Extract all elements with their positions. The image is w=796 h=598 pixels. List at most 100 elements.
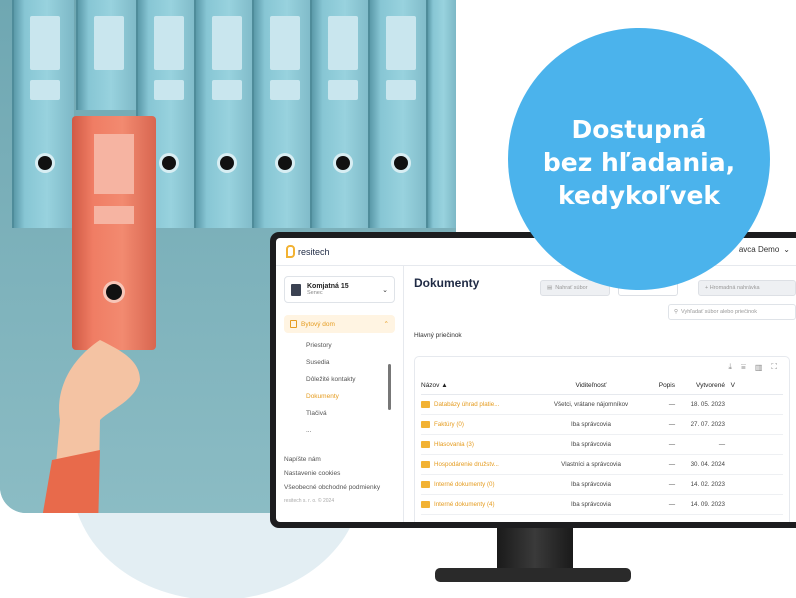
filter-icon[interactable]: ⩸ xyxy=(741,362,746,372)
binder xyxy=(194,0,256,228)
sidebar-item-tlaciva[interactable]: Tlačivá xyxy=(284,405,395,422)
binder xyxy=(368,0,430,228)
row-name: Faktúry (0) xyxy=(434,421,464,428)
table-row[interactable]: Databázy úhrad platie... Všetci, vrátane… xyxy=(421,395,783,415)
user-menu[interactable]: avca Demo ⌄ xyxy=(739,245,790,254)
folder-icon xyxy=(421,401,430,408)
hand-arm xyxy=(42,340,140,513)
sidebar-item-kontakty[interactable]: Dôležité kontakty xyxy=(284,371,395,388)
folder-icon xyxy=(421,481,430,488)
sidebar: Komjatná 15 Senec ⌄ Bytový dom ⌃ Priesto… xyxy=(276,266,404,522)
row-description: — xyxy=(668,401,675,408)
row-description: — xyxy=(668,501,675,508)
col-more[interactable]: V xyxy=(725,382,735,389)
row-visibility: Všetci, vrátane nájomníkov xyxy=(553,401,629,408)
building-icon xyxy=(290,320,297,328)
nav-group-bytovy-dom[interactable]: Bytový dom ⌃ xyxy=(284,315,395,333)
row-visibility: Iba správcovia xyxy=(571,441,611,448)
table-row[interactable]: Hospodárenie družstv... Vlastníci a sprá… xyxy=(421,455,783,475)
row-visibility: Iba správcovia xyxy=(571,421,611,428)
columns-icon[interactable]: ▥ xyxy=(755,363,763,372)
row-visibility: Iba správcovia xyxy=(571,481,611,488)
binder xyxy=(252,0,314,228)
chevron-down-icon: ⌄ xyxy=(783,245,790,254)
row-created: 27. 07. 2023 xyxy=(690,421,725,428)
upload-button-label: Nahrať súbor xyxy=(555,285,588,291)
bubble-line-3: kedykoľvek xyxy=(557,180,721,210)
sidebar-scrollbar[interactable] xyxy=(388,364,391,410)
chevron-up-icon: ⌃ xyxy=(383,321,389,328)
bubble-line-2: bez hľadania, xyxy=(542,147,736,177)
fullscreen-icon[interactable]: ⛶ xyxy=(771,362,777,372)
row-created: 18. 05. 2023 xyxy=(690,401,725,408)
building-icon xyxy=(291,283,301,296)
col-name[interactable]: Názov ▲ xyxy=(421,382,541,389)
monitor-base xyxy=(435,568,631,582)
row-created: 30. 04. 2024 xyxy=(690,461,725,468)
search-icon: ⚲ xyxy=(674,309,679,315)
binder xyxy=(426,0,456,228)
headline-bubble: Dostupná bez hľadania, kedykoľvek xyxy=(508,28,770,290)
monitor-stand xyxy=(497,527,573,571)
search-placeholder: Vyhľadať súbor alebo priečinok xyxy=(681,309,757,315)
download-icon[interactable]: ⤓ xyxy=(728,362,732,372)
row-visibility: Vlastníci a správcovia xyxy=(561,461,621,468)
main-content: Dokumenty ▤ Nahrať súbor ...ok + Hromadn… xyxy=(404,266,796,522)
logo-text: resitech xyxy=(298,246,330,257)
table-row[interactable]: Faktúry (0) Iba správcovia — 27. 07. 202… xyxy=(421,415,783,435)
binder xyxy=(310,0,372,228)
binder xyxy=(12,0,74,228)
app-screen: resitech avca Demo ⌄ Komjatná 15 Senec ⌄… xyxy=(276,238,796,522)
logo[interactable]: resitech xyxy=(286,245,330,258)
org-name: Komjatná 15 xyxy=(307,283,349,290)
table-header: Názov ▲ Viditeľnosť Popis Vytvorené V xyxy=(421,377,783,395)
row-visibility: Iba správcovia xyxy=(571,501,611,508)
col-name-label: Názov xyxy=(421,382,440,389)
row-name: Hospodárenie družstv... xyxy=(434,461,499,468)
link-contact[interactable]: Napíšte nám xyxy=(284,456,380,463)
link-terms[interactable]: Všeobecné obchodné podmienky xyxy=(284,484,380,491)
row-description: — xyxy=(668,481,675,488)
table-row[interactable]: Interné dokumenty (0) Iba správcovia — 1… xyxy=(421,475,783,495)
org-select[interactable]: Komjatná 15 Senec ⌄ xyxy=(284,276,395,303)
row-created: 14. 02. 2023 xyxy=(690,481,725,488)
bubble-line-1: Dostupná xyxy=(571,114,707,144)
sort-asc-icon: ▲ xyxy=(441,382,448,389)
upload-icon: ▤ xyxy=(547,285,553,291)
binder xyxy=(76,0,138,110)
row-name: Interné dokumenty (0) xyxy=(434,481,495,488)
folder-icon xyxy=(421,441,430,448)
link-cookies[interactable]: Nastavenie cookies xyxy=(284,470,380,477)
sidebar-item-susedia[interactable]: Susedia xyxy=(284,354,395,371)
chevron-down-icon: ⌄ xyxy=(382,286,388,294)
table-toolbar: ⤓ ⩸ ▥ ⛶ xyxy=(421,357,783,377)
col-description[interactable]: Popis xyxy=(641,382,675,389)
col-visibility[interactable]: Viditeľnosť xyxy=(541,382,641,389)
search-input[interactable]: ⚲ Vyhľadať súbor alebo priečinok xyxy=(668,304,796,320)
sidebar-links: Napíšte nám Nastavenie cookies Všeobecné… xyxy=(284,456,380,511)
monitor: resitech avca Demo ⌄ Komjatná 15 Senec ⌄… xyxy=(270,232,796,528)
sidebar-item-priestory[interactable]: Priestory xyxy=(284,337,395,354)
table-row[interactable]: Interné dokumenty (4) Iba správcovia — 1… xyxy=(421,495,783,515)
logo-icon xyxy=(286,245,295,258)
bulk-upload-button[interactable]: + Hromadná nahrávka xyxy=(698,280,796,296)
folder-icon xyxy=(421,421,430,428)
row-created: 14. 09. 2023 xyxy=(690,501,725,508)
breadcrumb[interactable]: Hlavný priečinok xyxy=(414,332,462,339)
row-name: Hlasovania (3) xyxy=(434,441,474,448)
red-binder xyxy=(72,116,156,350)
sidebar-item-more[interactable]: ... xyxy=(284,422,395,439)
row-description: — xyxy=(668,461,675,468)
row-name: Databázy úhrad platie... xyxy=(434,401,500,408)
folder-icon xyxy=(421,461,430,468)
sidebar-item-dokumenty[interactable]: Dokumenty xyxy=(284,388,395,405)
bulk-upload-label: + Hromadná nahrávka xyxy=(705,285,760,291)
row-name: Interné dokumenty (4) xyxy=(434,501,495,508)
table-row[interactable]: Hlasovania (3) Iba správcovia — — xyxy=(421,435,783,455)
row-description: — xyxy=(668,441,675,448)
col-created[interactable]: Vytvorené xyxy=(675,382,725,389)
copyright: resitech s. r. o. © 2024 xyxy=(284,498,335,504)
row-created: — xyxy=(718,441,725,448)
user-name: avca Demo xyxy=(738,245,780,254)
org-sub: Senec xyxy=(307,290,323,296)
